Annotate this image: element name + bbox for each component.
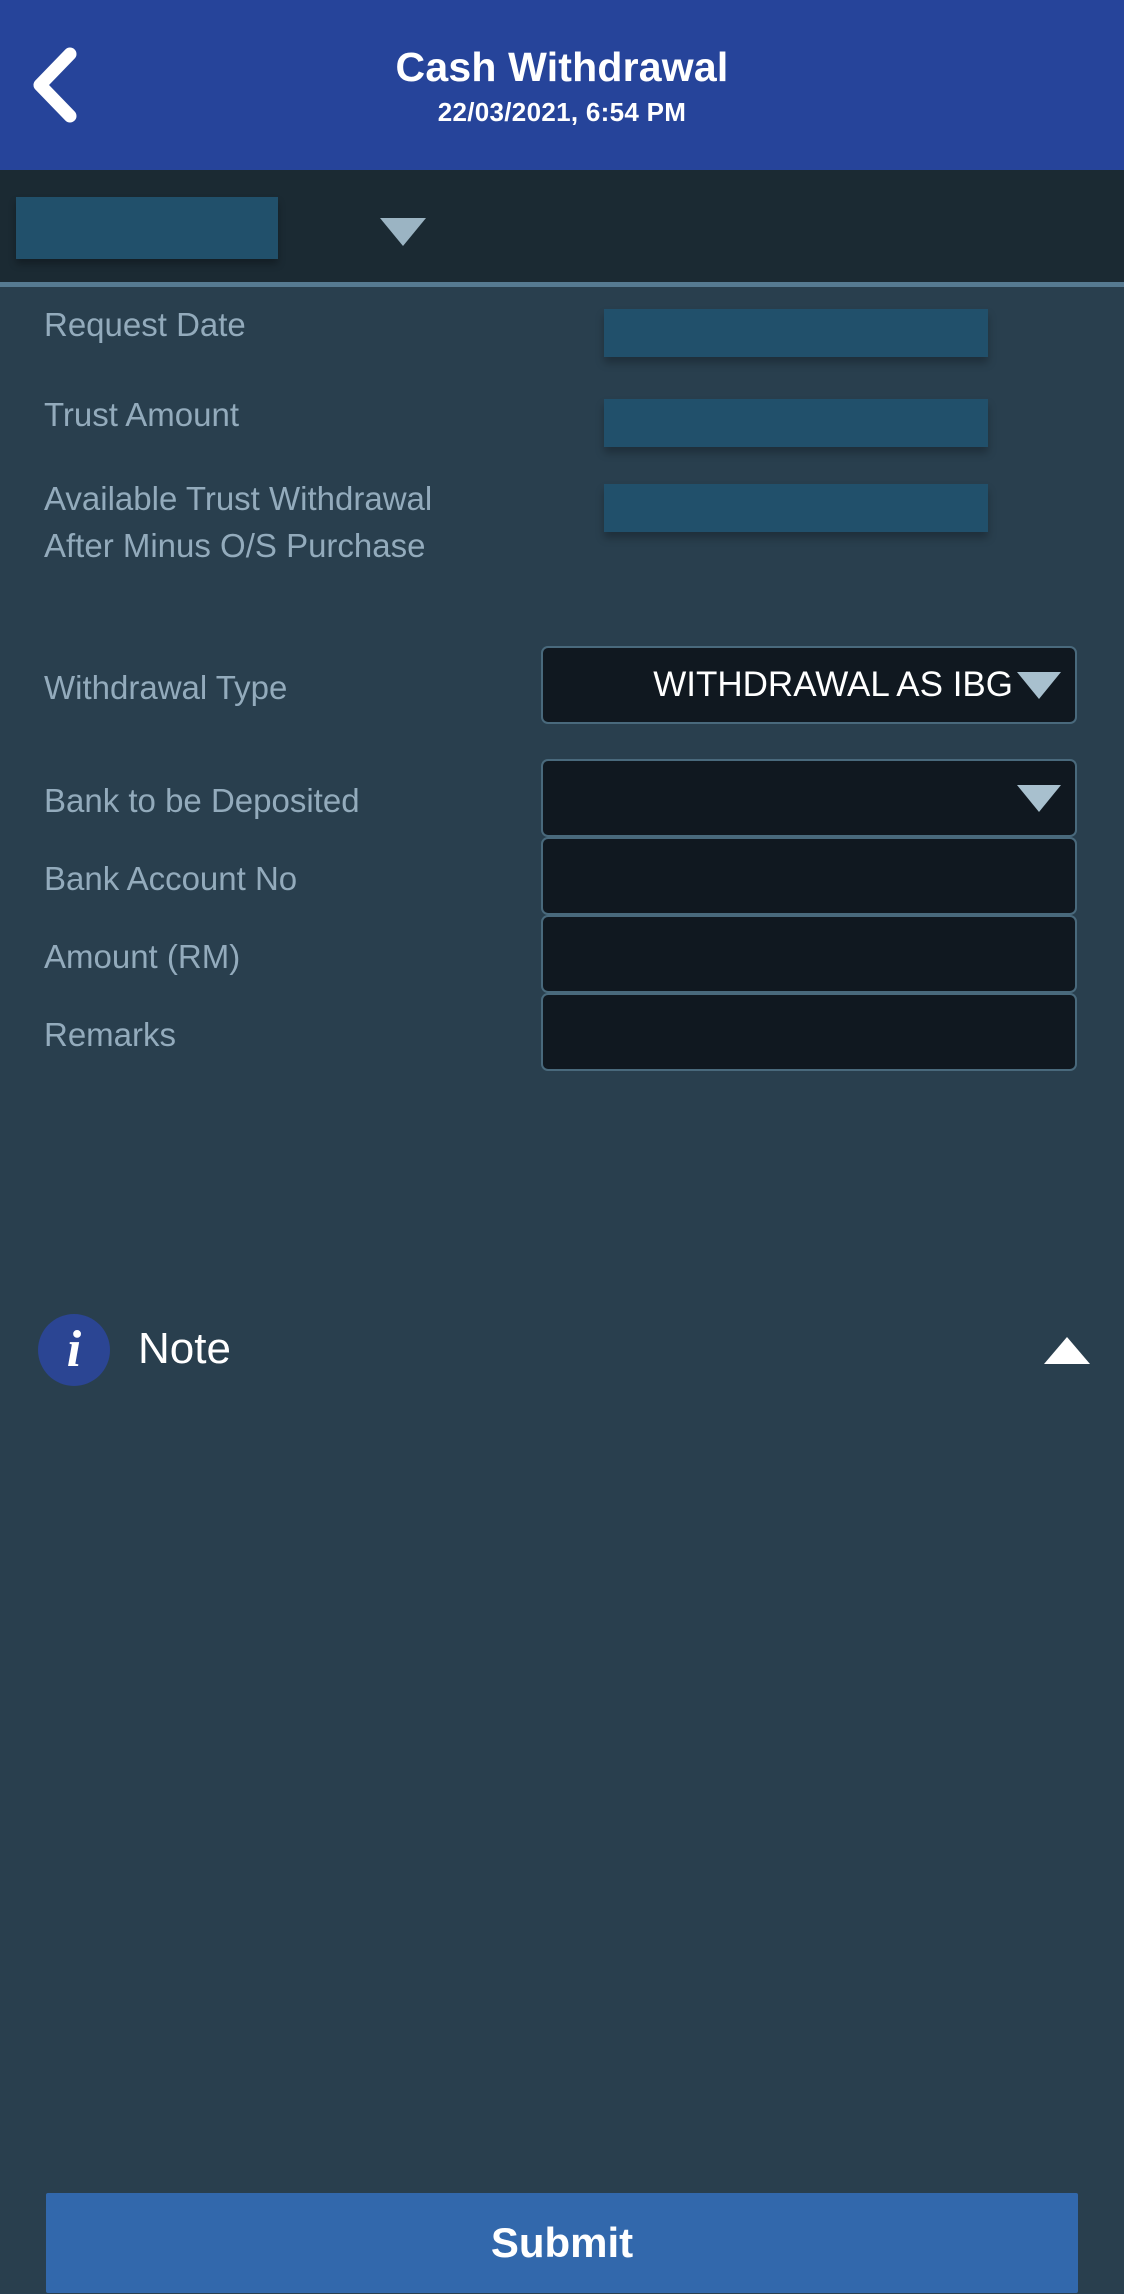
- available-trust-withdrawal-placeholder: [604, 484, 988, 532]
- caret-down-icon: [1017, 671, 1061, 699]
- field-label-request-date: Request Date: [44, 306, 246, 343]
- withdrawal-form: Request Date Trust Amount Available Trus…: [0, 287, 1124, 2130]
- field-label-remarks: Remarks: [44, 1016, 177, 1053]
- page-timestamp: 22/03/2021, 6:54 PM: [437, 97, 687, 127]
- field-label-trust-amount: Trust Amount: [44, 396, 240, 433]
- submit-button[interactable]: Submit: [46, 2193, 1078, 2293]
- amount-input[interactable]: [541, 915, 1077, 993]
- field-label-bank-to-be-deposited: Bank to be Deposited: [44, 782, 360, 819]
- app-header: Cash Withdrawal 22/03/2021, 6:54 PM: [0, 0, 1124, 170]
- form-row: Trust Amount: [0, 377, 1124, 455]
- back-button[interactable]: [10, 40, 100, 130]
- footer-bar: Submit: [0, 2130, 1124, 2294]
- form-row: Withdrawal Type WITHDRAWAL AS IBG: [0, 642, 1124, 742]
- withdrawal-type-value: WITHDRAWAL AS IBG: [653, 665, 1013, 704]
- chevron-left-icon: [28, 46, 82, 124]
- page-title: Cash Withdrawal: [395, 44, 729, 90]
- bank-to-be-deposited-select[interactable]: [541, 759, 1077, 837]
- note-section-header[interactable]: i Note: [0, 1299, 1124, 1399]
- caret-down-icon[interactable]: [380, 218, 426, 246]
- account-name-placeholder: [16, 197, 278, 259]
- note-title: Note: [138, 1324, 231, 1373]
- caret-down-icon: [1017, 784, 1061, 812]
- trust-amount-placeholder: [604, 399, 988, 447]
- form-row: Request Date: [0, 287, 1124, 365]
- form-row: Available Trust Withdrawal After Minus O…: [0, 467, 1124, 637]
- note-body: [0, 1399, 1124, 2039]
- field-label-available-trust-withdrawal: Available Trust Withdrawal After Minus O…: [44, 480, 433, 564]
- field-label-bank-account-no: Bank Account No: [44, 860, 298, 897]
- caret-up-icon[interactable]: [1044, 1337, 1090, 1364]
- withdrawal-type-select[interactable]: WITHDRAWAL AS IBG: [541, 646, 1077, 724]
- field-label-amount: Amount (RM): [44, 938, 241, 975]
- request-date-placeholder: [604, 309, 988, 357]
- account-selector-bar[interactable]: [0, 170, 1124, 282]
- remarks-input[interactable]: [541, 993, 1077, 1071]
- bank-account-no-input[interactable]: [541, 837, 1077, 915]
- info-circle-icon: i: [38, 1314, 110, 1386]
- header-title-block: Cash Withdrawal 22/03/2021, 6:54 PM: [130, 42, 994, 129]
- field-label-withdrawal-type: Withdrawal Type: [44, 669, 288, 706]
- form-row: Remarks: [0, 989, 1124, 1089]
